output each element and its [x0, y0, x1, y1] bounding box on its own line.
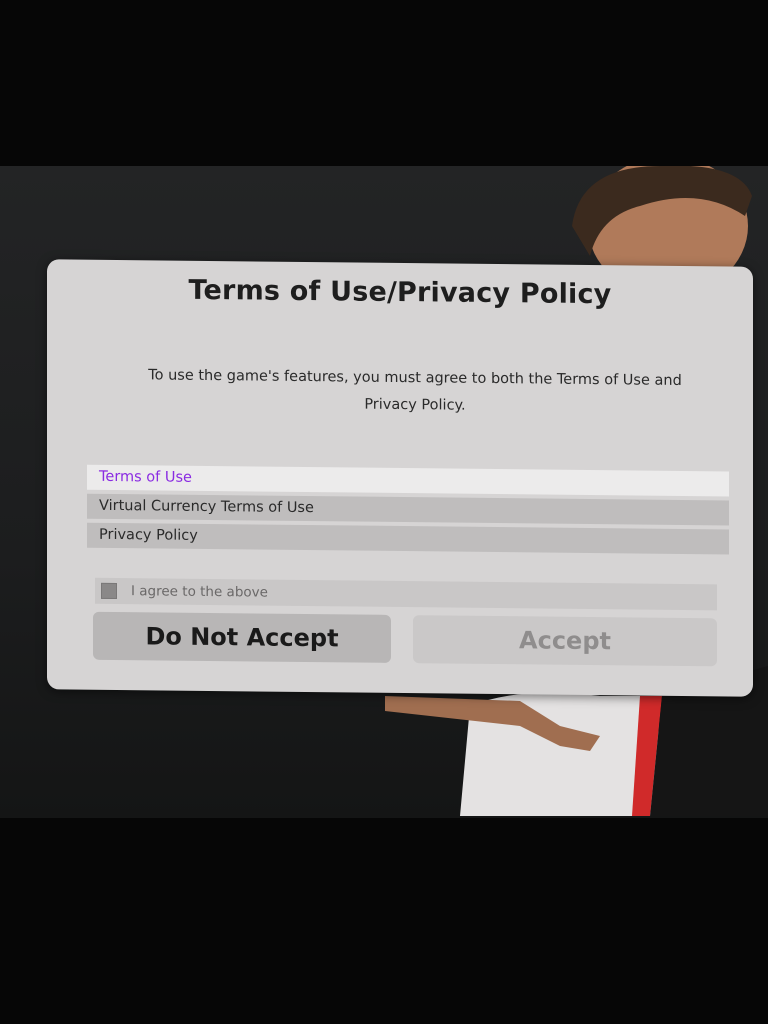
- document-list: Terms of Use Virtual Currency Terms of U…: [87, 464, 729, 559]
- agree-checkbox[interactable]: [101, 582, 117, 600]
- agree-label: I agree to the above: [131, 583, 268, 601]
- document-item-privacy-policy[interactable]: Privacy Policy: [87, 522, 729, 555]
- dialog-title: Terms of Use/Privacy Policy: [188, 274, 612, 311]
- dialog-message: To use the game's features, you must agr…: [107, 362, 723, 422]
- agree-row[interactable]: I agree to the above: [95, 577, 717, 611]
- terms-dialog: Terms of Use/Privacy Policy To use the g…: [47, 259, 753, 697]
- document-item-terms-of-use[interactable]: Terms of Use: [87, 464, 729, 497]
- do-not-accept-button[interactable]: Do Not Accept: [93, 611, 391, 663]
- document-item-virtual-currency-terms[interactable]: Virtual Currency Terms of Use: [87, 493, 729, 526]
- accept-button[interactable]: Accept: [413, 615, 717, 667]
